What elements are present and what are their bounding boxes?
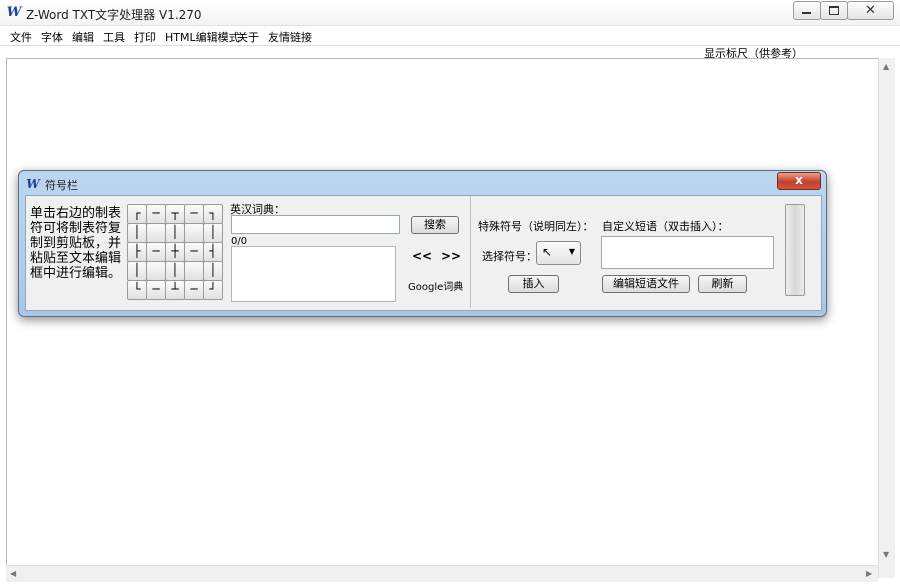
box-drawing-grid: ┌ ─ ┬ ─ ┐ │ │ │ ├ ─ ┼ ─ ┤ │ │ │ └ ─ ┴ ─ … bbox=[127, 204, 223, 300]
select-symbol-label: 选择符号： bbox=[482, 250, 537, 263]
dictionary-search-button[interactable]: 搜索 bbox=[411, 216, 459, 234]
box-char-button[interactable]: ─ bbox=[146, 280, 166, 300]
custom-phrases-label: 自定义短语（双击插入）： bbox=[602, 220, 729, 233]
box-char-button[interactable]: ├ bbox=[127, 242, 147, 262]
menu-print[interactable]: 打印 bbox=[134, 29, 156, 45]
prev-result-button[interactable]: << bbox=[412, 249, 432, 263]
menu-links[interactable]: 友情链接 bbox=[268, 29, 312, 45]
scroll-up-icon[interactable]: ▲ bbox=[883, 62, 889, 71]
symbol-select[interactable]: ↖ ▼ bbox=[536, 241, 581, 265]
scroll-right-icon[interactable]: ▶ bbox=[866, 569, 872, 578]
menu-html-mode[interactable]: HTML编辑模式 bbox=[165, 29, 240, 45]
horizontal-scrollbar[interactable]: ◀ ▶ bbox=[6, 565, 878, 582]
box-char-button[interactable]: │ bbox=[127, 223, 147, 243]
box-char-button[interactable]: ─ bbox=[184, 242, 204, 262]
maximize-button[interactable] bbox=[820, 1, 848, 20]
close-icon: x bbox=[795, 173, 803, 187]
box-char-button[interactable]: ┐ bbox=[203, 204, 223, 224]
next-result-button[interactable]: >> bbox=[441, 249, 461, 263]
window-controls: ✕ bbox=[793, 1, 894, 20]
box-char-button[interactable]: ─ bbox=[184, 204, 204, 224]
edit-phrases-button[interactable]: 编辑短语文件 bbox=[602, 275, 690, 293]
symbol-palette-window: W 符号栏 x 单击右边的制表符可将制表符复制到剪贴板，并粘贴至文本编辑框中进行… bbox=[18, 170, 827, 317]
menu-about[interactable]: 关于 bbox=[237, 29, 259, 45]
section-divider bbox=[470, 196, 471, 308]
google-dictionary-link[interactable]: Google词典 bbox=[408, 278, 463, 293]
app-logo-icon: W bbox=[6, 5, 22, 20]
box-char-button[interactable]: ┤ bbox=[203, 242, 223, 262]
refresh-button[interactable]: 刷新 bbox=[698, 275, 747, 293]
close-button[interactable]: ✕ bbox=[847, 1, 894, 20]
box-char-button[interactable]: ┬ bbox=[165, 204, 185, 224]
dictionary-input[interactable] bbox=[231, 215, 400, 234]
selected-symbol: ↖ bbox=[542, 245, 553, 259]
insert-symbol-button[interactable]: 插入 bbox=[508, 275, 559, 293]
window-title: Z-Word TXT文字处理器 V1.270 bbox=[26, 8, 202, 22]
box-char-button[interactable]: ┴ bbox=[165, 280, 185, 300]
menu-tools[interactable]: 工具 bbox=[103, 29, 125, 45]
box-char-button[interactable] bbox=[146, 223, 166, 243]
maximize-icon bbox=[829, 6, 839, 15]
box-char-button[interactable]: ┼ bbox=[165, 242, 185, 262]
box-char-button[interactable]: │ bbox=[203, 261, 223, 281]
palette-body: 单击右边的制表符可将制表符复制到剪贴板，并粘贴至文本编辑框中进行编辑。 ┌ ─ … bbox=[25, 195, 822, 311]
scroll-left-icon[interactable]: ◀ bbox=[10, 569, 16, 578]
palette-logo-icon: W bbox=[26, 177, 40, 191]
box-char-button[interactable]: │ bbox=[165, 223, 185, 243]
scroll-down-icon[interactable]: ▼ bbox=[883, 550, 889, 559]
box-char-button[interactable]: ─ bbox=[146, 204, 166, 224]
special-symbols-label: 特殊符号（说明同左）： bbox=[478, 220, 594, 233]
box-char-button[interactable]: │ bbox=[127, 261, 147, 281]
custom-phrases-list[interactable] bbox=[601, 236, 774, 269]
box-char-button[interactable]: ┌ bbox=[127, 204, 147, 224]
palette-scrollbar[interactable] bbox=[785, 204, 805, 296]
minimize-button[interactable] bbox=[793, 1, 821, 20]
box-char-button[interactable]: └ bbox=[127, 280, 147, 300]
box-char-button[interactable] bbox=[184, 261, 204, 281]
palette-close-button[interactable]: x bbox=[777, 172, 821, 190]
menu-bar: 文件 字体 编辑 工具 打印 HTML编辑模式 关于 友情链接 bbox=[0, 26, 900, 46]
box-char-button[interactable] bbox=[184, 223, 204, 243]
box-char-button[interactable]: │ bbox=[203, 223, 223, 243]
minimize-icon bbox=[802, 12, 811, 14]
menu-file[interactable]: 文件 bbox=[10, 29, 32, 45]
box-char-button[interactable]: ┘ bbox=[203, 280, 223, 300]
box-char-button[interactable]: │ bbox=[165, 261, 185, 281]
close-icon: ✕ bbox=[865, 3, 876, 18]
vertical-scrollbar[interactable]: ▲ ▼ bbox=[878, 58, 895, 578]
menu-font[interactable]: 字体 bbox=[41, 29, 63, 45]
box-char-button[interactable]: ─ bbox=[184, 280, 204, 300]
box-char-button[interactable] bbox=[146, 261, 166, 281]
box-char-button[interactable]: ─ bbox=[146, 242, 166, 262]
dictionary-result-box[interactable] bbox=[231, 246, 396, 302]
palette-instructions: 单击右边的制表符可将制表符复制到剪贴板，并粘贴至文本编辑框中进行编辑。 bbox=[30, 206, 122, 281]
palette-title: 符号栏 bbox=[45, 179, 78, 192]
title-bar: W Z-Word TXT文字处理器 V1.270 ✕ bbox=[0, 0, 900, 26]
chevron-down-icon: ▼ bbox=[568, 247, 575, 256]
menu-edit[interactable]: 编辑 bbox=[72, 29, 94, 45]
